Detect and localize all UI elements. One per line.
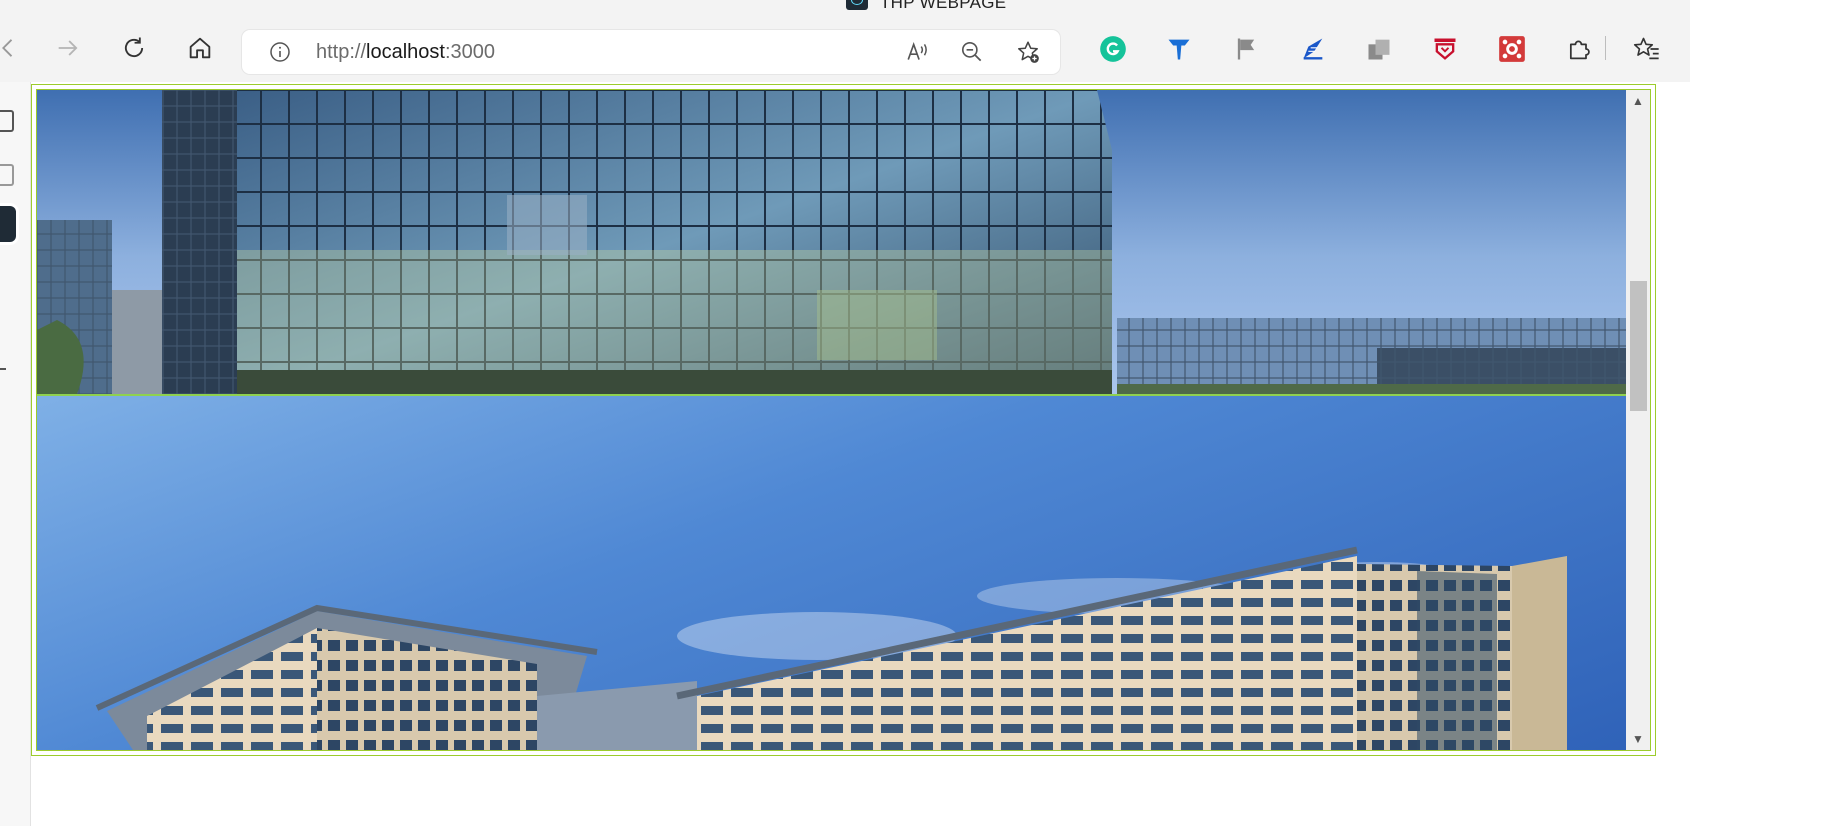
banner-content <box>37 90 1631 750</box>
page-viewport: ▲ ▼ <box>31 82 1690 826</box>
home-icon <box>189 37 211 59</box>
banner-campus-building <box>37 396 1631 750</box>
browser-toolbar: http://localhost:3000 <box>0 14 1690 82</box>
zoom-out-icon[interactable] <box>958 38 986 66</box>
home-button[interactable] <box>182 30 218 66</box>
grammarly-extension[interactable] <box>1098 34 1128 64</box>
side-tab-icon[interactable] <box>0 110 14 132</box>
side-panel <box>0 82 31 826</box>
outside-window-area <box>1690 0 1842 82</box>
pen-icon <box>1303 38 1323 60</box>
mcafee-extension[interactable] <box>1430 34 1460 64</box>
banner-glass-office-tower <box>37 90 1631 396</box>
favorites-icon <box>1633 37 1659 60</box>
scroll-down-arrow-icon[interactable]: ▼ <box>1626 728 1650 750</box>
puzzle-icon <box>1569 40 1590 60</box>
favorites-button[interactable] <box>1632 34 1662 64</box>
image-frame: ▲ ▼ <box>31 84 1656 756</box>
flag-extension[interactable] <box>1231 34 1261 64</box>
pen-extension[interactable] <box>1298 34 1328 64</box>
tooth-icon <box>1168 39 1190 60</box>
flag-icon <box>1237 38 1255 60</box>
url-protocol: http:// <box>316 41 367 63</box>
info-icon[interactable] <box>268 40 292 64</box>
add-favorite-icon[interactable] <box>1014 38 1042 66</box>
scroll-container[interactable]: ▲ ▼ <box>36 89 1651 751</box>
extensions-puzzle[interactable] <box>1564 34 1594 64</box>
back-button[interactable] <box>0 30 26 66</box>
react-icon <box>846 0 868 10</box>
forward-button[interactable] <box>50 30 86 66</box>
toolbar-divider <box>1605 36 1606 60</box>
app-icon <box>1499 36 1525 62</box>
shield-icon <box>1434 38 1456 60</box>
arrow-right-icon <box>58 40 78 56</box>
url-host: localhost <box>366 41 445 63</box>
scroll-up-arrow-icon[interactable]: ▲ <box>1626 90 1650 112</box>
building-image <box>95 546 1567 750</box>
url-port: :3000 <box>444 41 496 63</box>
arrow-left-icon <box>2 39 13 57</box>
title-bar: THP WEBPAGE <box>0 0 1842 14</box>
url-text[interactable]: http://localhost:3000 <box>316 41 495 64</box>
side-divider <box>0 368 6 370</box>
copy-icon <box>1368 39 1390 60</box>
scroll-thumb[interactable] <box>1630 281 1647 411</box>
side-tab-icon[interactable] <box>0 164 14 186</box>
red-app-extension[interactable] <box>1497 34 1527 64</box>
read-aloud-icon[interactable] <box>904 38 932 66</box>
copy-extension[interactable] <box>1364 34 1394 64</box>
grammarly-icon <box>1100 36 1126 62</box>
refresh-button[interactable] <box>116 30 152 66</box>
side-tab-active-icon[interactable] <box>0 206 16 242</box>
vertical-scrollbar[interactable]: ▲ ▼ <box>1626 90 1650 750</box>
building-image <box>37 90 1631 394</box>
address-bar[interactable]: http://localhost:3000 <box>242 30 1060 74</box>
blue-tooth-extension[interactable] <box>1164 34 1194 64</box>
page-title: THP WEBPAGE <box>880 0 1007 12</box>
refresh-icon <box>124 37 144 57</box>
